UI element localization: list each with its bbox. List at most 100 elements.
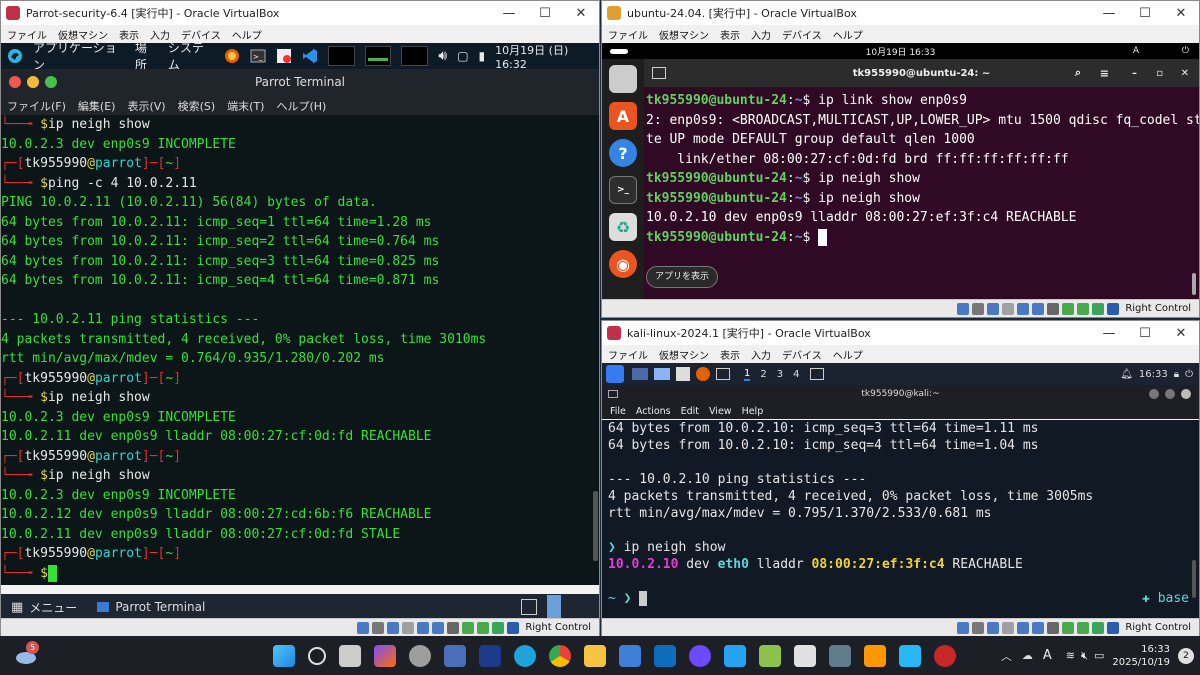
- recording-icon[interactable]: [1077, 302, 1090, 315]
- tray-overflow-icon[interactable]: ︿: [1001, 648, 1012, 664]
- workspace-monitor[interactable]: [364, 46, 392, 66]
- menu-help[interactable]: ヘルプ: [833, 27, 863, 42]
- audio-icon[interactable]: [387, 621, 400, 634]
- ubuntu-scrollbar[interactable]: [1192, 273, 1196, 295]
- start-icon[interactable]: [272, 644, 295, 667]
- power-icon[interactable]: ⏻: [1185, 369, 1193, 380]
- term-menu-view[interactable]: 表示(V): [127, 98, 165, 114]
- document-icon[interactable]: [828, 644, 851, 667]
- file-manager-icon[interactable]: [654, 368, 670, 380]
- menu-machine[interactable]: 仮想マシン: [659, 347, 709, 362]
- show-apps-icon[interactable]: ◉: [609, 250, 637, 278]
- audio-icon[interactable]: [987, 302, 1000, 315]
- terminal-launcher-icon[interactable]: >_: [250, 48, 266, 64]
- sublime-icon[interactable]: [863, 644, 886, 667]
- panel-clock[interactable]: 10月19日 (日) 16:32: [495, 42, 599, 71]
- menu-help[interactable]: ヘルプ: [833, 347, 863, 362]
- edge-icon[interactable]: [513, 644, 536, 667]
- system-menu[interactable]: システム: [168, 39, 214, 73]
- workspace-1[interactable]: [327, 46, 355, 66]
- battery-icon[interactable]: ▭: [1094, 649, 1104, 662]
- places-menu[interactable]: 場所: [135, 39, 158, 73]
- vscode-icon[interactable]: [723, 644, 746, 667]
- search-icon[interactable]: ⌕: [1075, 66, 1081, 80]
- menu-view[interactable]: 表示: [720, 27, 740, 42]
- launcher-l-icon[interactable]: [478, 644, 501, 667]
- terminal-icon[interactable]: >_: [609, 176, 637, 204]
- input-method-indicator[interactable]: A: [1133, 46, 1139, 56]
- close-button[interactable]: ✕: [1163, 6, 1199, 21]
- pen-icon[interactable]: [402, 621, 415, 634]
- usb-icon[interactable]: [1047, 302, 1060, 315]
- term-menu-terminal[interactable]: 端末(T): [227, 98, 264, 114]
- photos-icon[interactable]: [898, 644, 921, 667]
- menu-view[interactable]: 表示: [720, 347, 740, 362]
- ime-indicator[interactable]: A: [1043, 648, 1052, 663]
- term-menu-edit[interactable]: 編集(E): [78, 98, 116, 114]
- taskbar-terminal[interactable]: [809, 368, 824, 380]
- maximize-button[interactable]: ☐: [527, 6, 563, 21]
- terminal-launcher-icon[interactable]: [716, 368, 730, 380]
- menu-input[interactable]: 入力: [751, 347, 771, 362]
- taskbar-window-parrot-terminal[interactable]: Parrot Terminal: [115, 600, 205, 614]
- hdd-icon[interactable]: [957, 302, 970, 315]
- maximize-dot[interactable]: [1165, 389, 1175, 399]
- term-menu-help[interactable]: ヘルプ(H): [276, 98, 326, 114]
- workspace-4[interactable]: 4: [793, 369, 799, 380]
- parrot-vb-titlebar[interactable]: Parrot-security-6.4 [実行中] - Oracle Virtu…: [1, 1, 599, 25]
- menu-button[interactable]: メニュー: [29, 599, 77, 616]
- workspace-2[interactable]: [401, 46, 429, 66]
- mouse-capture-icon[interactable]: [507, 621, 520, 634]
- proton-vpn-icon[interactable]: [688, 644, 711, 667]
- apps-grid-icon[interactable]: ▦: [11, 600, 23, 615]
- app-center-icon[interactable]: A: [609, 102, 637, 130]
- maximize-button[interactable]: ☐: [1127, 326, 1163, 341]
- display-icon[interactable]: [432, 621, 445, 634]
- tray-icon[interactable]: [521, 599, 537, 615]
- close-dot[interactable]: [1181, 389, 1191, 399]
- menu-help[interactable]: ヘルプ: [232, 27, 262, 42]
- outlook-icon[interactable]: [653, 644, 676, 667]
- ubuntu-terminal-output[interactable]: tk955990@ubuntu-24:~$ ip link show enp0s…: [644, 87, 1199, 247]
- minimize-dot[interactable]: [1149, 389, 1159, 399]
- window-icon[interactable]: ▢: [457, 49, 468, 63]
- files-icon[interactable]: [609, 65, 637, 93]
- onedrive-icon[interactable]: ☁: [1022, 649, 1033, 662]
- menu-file[interactable]: ファイル: [608, 347, 648, 362]
- close-icon[interactable]: ✕: [1181, 68, 1189, 79]
- display-icon[interactable]: [1032, 302, 1045, 315]
- firefox-icon[interactable]: [696, 367, 710, 381]
- network-icon[interactable]: [1017, 302, 1030, 315]
- workspace-2[interactable]: 2: [760, 369, 766, 380]
- minimize-dot[interactable]: [27, 76, 39, 88]
- shared-folder-icon[interactable]: [1062, 302, 1075, 315]
- mouse-capture-icon[interactable]: [1107, 621, 1120, 634]
- minimize-icon[interactable]: –: [1132, 68, 1137, 79]
- term-menu-view[interactable]: View: [709, 406, 732, 417]
- firefox-icon[interactable]: [224, 48, 240, 64]
- clock-area[interactable]: 16:33 2025/10/19: [1112, 643, 1170, 669]
- lock-icon[interactable]: 🔒︎: [1174, 369, 1179, 380]
- term-menu-help[interactable]: Help: [742, 406, 764, 417]
- help-icon[interactable]: ?: [609, 139, 637, 167]
- menu-input[interactable]: 入力: [751, 27, 771, 42]
- audio-icon[interactable]: [987, 621, 1000, 634]
- menu-devices[interactable]: デバイス: [782, 347, 822, 362]
- wifi-icon[interactable]: ≋: [1066, 649, 1075, 662]
- term-menu-edit[interactable]: Edit: [681, 406, 699, 417]
- hdd-icon[interactable]: [357, 621, 370, 634]
- pen-icon[interactable]: [1002, 302, 1015, 315]
- cpu-icon[interactable]: [1092, 621, 1105, 634]
- recording-icon[interactable]: [477, 621, 490, 634]
- close-button[interactable]: ✕: [1163, 326, 1199, 341]
- hamburger-menu-icon[interactable]: ≡: [1100, 67, 1109, 80]
- store-icon[interactable]: [618, 644, 641, 667]
- kali-terminal-output[interactable]: 64 bytes from 10.0.2.10: icmp_seq=3 ttl=…: [602, 420, 1199, 618]
- no-entry-icon[interactable]: [276, 48, 292, 64]
- gnome-clock[interactable]: 10月19日 16:33: [602, 45, 1199, 58]
- minimize-button[interactable]: —: [1091, 326, 1127, 341]
- term-menu-search[interactable]: 検索(S): [178, 98, 216, 114]
- recording-icon[interactable]: [1077, 621, 1090, 634]
- optical-icon[interactable]: [972, 302, 985, 315]
- term-menu-file[interactable]: ファイル(F): [7, 98, 66, 114]
